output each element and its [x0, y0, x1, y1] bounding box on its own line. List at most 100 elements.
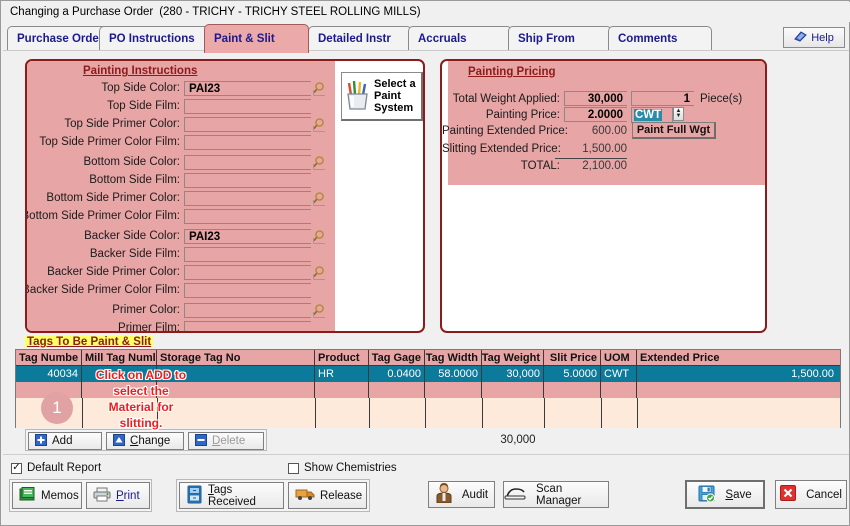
column-header-storage-tag-no[interactable]: Storage Tag No: [157, 350, 315, 365]
search-icon[interactable]: [313, 155, 328, 170]
column-header-tag-width[interactable]: Tag Width: [425, 350, 482, 365]
search-icon[interactable]: [313, 191, 328, 206]
tab-content-paint-and-slit: Painting Instructions Top Side Color: PA…: [3, 50, 849, 454]
add-button[interactable]: Add: [28, 432, 102, 450]
total-divider: [555, 158, 627, 159]
bottom-side-primer-color-input[interactable]: [184, 191, 311, 206]
total-label: TOTAL:: [520, 160, 560, 172]
backer-side-primer-color-film-input[interactable]: [184, 283, 311, 298]
default-report-checkbox[interactable]: ✓ Default Report: [11, 462, 101, 474]
delete-button[interactable]: Delete: [188, 432, 264, 450]
tab-accruals[interactable]: Accruals: [408, 26, 512, 50]
primer-color-input[interactable]: [184, 303, 311, 318]
print-button[interactable]: Print: [86, 482, 150, 509]
column-header-uom[interactable]: UOM: [601, 350, 637, 365]
tab-ship-from[interactable]: Ship From: [508, 26, 612, 50]
chevron-down-icon: ▼: [675, 113, 682, 119]
cell-tag-weight: [482, 382, 544, 398]
slitting-extended-label: Slitting Extended Price:: [442, 143, 561, 155]
paint-system-line3: System: [374, 102, 414, 114]
column-header-product[interactable]: Product: [315, 350, 369, 365]
search-icon[interactable]: [313, 265, 328, 280]
cell-tag-width: [425, 382, 482, 398]
column-divider: [425, 398, 426, 428]
backer-side-primer-color-input[interactable]: [184, 265, 311, 280]
backer-side-film-input[interactable]: [184, 247, 311, 262]
tab-label: Ship From: [518, 32, 575, 45]
bottom-side-primer-color-film-input[interactable]: [184, 209, 311, 224]
paint-full-wgt-button[interactable]: Paint Full Wgt: [632, 122, 716, 139]
primer-film-input[interactable]: [184, 321, 311, 331]
search-icon[interactable]: [313, 81, 328, 96]
tab-detailed-instr[interactable]: Detailed Instr: [308, 26, 412, 50]
cabinet-icon: [186, 485, 203, 507]
tab-label: PO Instructions: [109, 32, 195, 45]
column-divider: [637, 398, 638, 428]
bottom-side-film-input[interactable]: [184, 173, 311, 188]
column-header-tag-number[interactable]: Tag Numbe: [16, 350, 82, 365]
uom-combobox[interactable]: CWT: [631, 107, 673, 123]
plus-icon: [35, 433, 47, 449]
column-header-mill-tag-number[interactable]: Mill Tag Numl: [82, 350, 157, 365]
search-icon[interactable]: [313, 229, 328, 244]
field-label: Backer Side Film:: [89, 248, 180, 260]
slitting-extended-value: 1,500.00: [582, 143, 627, 155]
column-header-tag-gage[interactable]: Tag Gage: [369, 350, 425, 365]
cell-extended-price: [637, 382, 840, 398]
change-button[interactable]: Change: [106, 432, 184, 450]
top-side-film-input[interactable]: [184, 99, 311, 114]
cell-uom: CWT: [601, 366, 637, 382]
tab-po-instructions[interactable]: PO Instructions: [99, 26, 212, 50]
top-side-primer-color-film-input[interactable]: [184, 135, 311, 150]
top-side-color-input[interactable]: PAI23: [184, 81, 311, 96]
cell-mill-tag-number: [82, 382, 157, 398]
column-header-tag-weight[interactable]: Tag Weight: [482, 350, 544, 365]
field-label: Backer Side Primer Color Film:: [25, 284, 180, 296]
save-button[interactable]: Save: [685, 480, 765, 509]
audit-button[interactable]: Audit: [428, 481, 495, 508]
column-divider: [369, 398, 370, 428]
add-button-label: Add: [52, 435, 73, 447]
uom-spinner[interactable]: ▲ ▼: [673, 107, 684, 121]
release-button[interactable]: Release: [288, 482, 367, 509]
cell-tag-weight: 30,000: [482, 366, 544, 382]
pieces-label: Piece(s): [700, 93, 743, 105]
total-weight-input[interactable]: 30,000: [564, 91, 627, 106]
total-weight-label: Total Weight Applied:: [452, 93, 560, 105]
tab-paint-and-slit[interactable]: Paint & Slit: [204, 24, 309, 53]
pieces-input[interactable]: 1: [631, 91, 694, 106]
column-header-slit-price[interactable]: Slit Price: [544, 350, 601, 365]
cancel-button[interactable]: Cancel: [775, 480, 847, 509]
tags-received-button[interactable]: Tags Received: [179, 482, 284, 509]
backer-side-color-input[interactable]: PAI23: [184, 229, 311, 244]
field-label: Bottom Side Color:: [83, 156, 180, 168]
bottom-side-color-input[interactable]: [184, 155, 311, 170]
grid-empty-area[interactable]: [16, 398, 840, 428]
search-icon[interactable]: [313, 117, 328, 132]
show-chemistries-checkbox[interactable]: Show Chemistries: [288, 462, 397, 474]
select-paint-system-button[interactable]: Select a Paint System: [341, 72, 423, 121]
save-button-label: Save: [725, 488, 752, 501]
grid-title: Tags To Be Paint & Slit: [25, 336, 154, 348]
painting-instructions-title: Painting Instructions: [83, 65, 198, 77]
search-icon[interactable]: [313, 303, 328, 318]
scan-manager-button[interactable]: Scan Manager: [503, 481, 609, 508]
help-button[interactable]: Help: [783, 27, 845, 48]
table-row[interactable]: 40034 HR 0.0400 58.0000 30,000 5.0000 CW…: [16, 366, 840, 382]
tab-purchase-order[interactable]: Purchase Order: [7, 26, 113, 50]
top-side-primer-color-input[interactable]: [184, 117, 311, 132]
field-label: Backer Side Color:: [84, 230, 180, 242]
window-title: Changing a Purchase Order: [10, 6, 154, 18]
tab-comments[interactable]: Comments: [608, 26, 712, 50]
floppy-icon: [698, 485, 716, 505]
memos-button[interactable]: Memos: [12, 482, 82, 509]
table-row[interactable]: [16, 382, 840, 398]
printer-icon: [93, 487, 111, 505]
tags-grid[interactable]: Tag Numbe Mill Tag Numl Storage Tag No P…: [15, 349, 841, 428]
paint-system-line2: Paint: [374, 90, 401, 102]
grid-button-group: Add Change Delete: [25, 429, 267, 451]
painting-price-input[interactable]: 2.0000: [564, 107, 627, 122]
column-header-extended-price[interactable]: Extended Price: [637, 350, 840, 365]
tab-strip: Purchase Order PO Instructions Paint & S…: [3, 24, 849, 53]
field-label: Bottom Side Film:: [89, 174, 180, 186]
